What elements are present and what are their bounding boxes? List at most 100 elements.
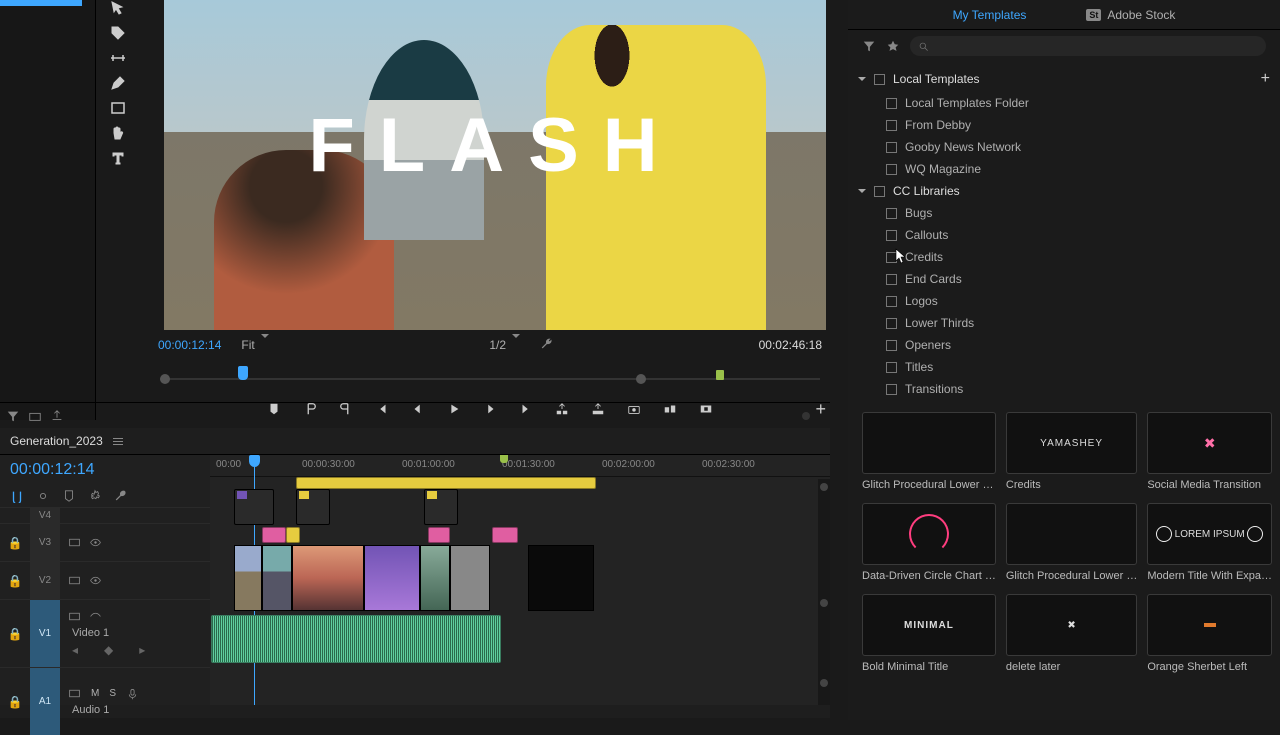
checkbox[interactable] <box>886 230 897 241</box>
out-point-marker-icon[interactable] <box>716 370 724 380</box>
tree-item[interactable]: From Debby <box>858 114 1270 136</box>
program-monitor-viewport[interactable]: FLASH <box>164 0 826 330</box>
tree-item[interactable]: Titles <box>858 356 1270 378</box>
checkbox[interactable] <box>886 208 897 219</box>
toggle-output-icon[interactable] <box>68 536 81 549</box>
pen-tool-icon[interactable] <box>104 75 132 91</box>
checkbox[interactable] <box>886 142 897 153</box>
track-v3[interactable]: V3 <box>30 524 60 561</box>
clip[interactable] <box>262 545 292 611</box>
snap-icon[interactable] <box>10 489 24 503</box>
clip[interactable] <box>528 545 594 611</box>
template-card[interactable]: Orange Sherbet Left <box>1147 594 1272 673</box>
current-timecode[interactable]: 00:00:12:14 <box>158 338 221 352</box>
filter-icon[interactable] <box>6 409 20 423</box>
template-card[interactable]: ✖ Social Media Transition <box>1147 412 1272 491</box>
checkbox[interactable] <box>874 74 885 85</box>
toggle-output-icon[interactable] <box>68 687 81 700</box>
rectangle-tool-icon[interactable] <box>104 100 132 116</box>
search-input[interactable] <box>910 36 1266 56</box>
checkbox[interactable] <box>886 164 897 175</box>
wrench-icon[interactable] <box>540 337 554 354</box>
tree-item[interactable]: Transitions <box>858 378 1270 400</box>
timeline-timecode[interactable]: 00:00:12:14 <box>0 455 210 485</box>
audio-clip[interactable] <box>211 615 501 663</box>
clip[interactable] <box>492 527 518 543</box>
checkbox[interactable] <box>886 362 897 373</box>
favorite-icon[interactable] <box>886 39 900 53</box>
toggle-output-icon[interactable] <box>68 610 81 623</box>
tree-item[interactable]: Credits <box>858 246 1270 268</box>
disclosure-triangle-icon[interactable] <box>858 189 866 197</box>
eye-icon[interactable] <box>89 610 102 623</box>
voiceover-icon[interactable] <box>126 687 139 700</box>
clip[interactable] <box>450 545 490 611</box>
export-icon[interactable] <box>50 409 64 423</box>
disclosure-triangle-icon[interactable] <box>858 77 866 85</box>
toggle-output-icon[interactable] <box>68 574 81 587</box>
linked-selection-icon[interactable] <box>36 489 50 503</box>
lock-icon[interactable]: 🔒 <box>0 695 30 709</box>
tab-adobe-stock[interactable]: St Adobe Stock <box>1086 8 1175 22</box>
checkbox[interactable] <box>886 120 897 131</box>
clip[interactable] <box>420 545 450 611</box>
sequence-marker-icon[interactable] <box>500 455 508 463</box>
tab-my-templates[interactable]: My Templates <box>953 8 1027 22</box>
tree-group-cc-libraries[interactable]: CC Libraries <box>858 180 1270 202</box>
playhead-icon[interactable] <box>238 366 248 380</box>
tree-item[interactable]: Gooby News Network <box>858 136 1270 158</box>
add-folder-icon[interactable]: + <box>1261 70 1270 88</box>
track-a1[interactable]: A1 <box>30 668 60 735</box>
solo-button[interactable]: S <box>109 688 116 699</box>
sequence-menu-icon[interactable] <box>113 438 123 445</box>
tree-item[interactable]: Callouts <box>858 224 1270 246</box>
template-card[interactable]: Glitch Procedural Lower … <box>1006 503 1137 582</box>
checkbox[interactable] <box>886 340 897 351</box>
resolution-dropdown[interactable]: 1/2 <box>481 336 528 354</box>
timeline-scrollbar[interactable] <box>818 479 830 705</box>
template-card[interactable]: Data-Driven Circle Chart … <box>862 503 996 582</box>
template-card[interactable]: MINIMAL Bold Minimal Title <box>862 594 996 673</box>
sequence-tab[interactable]: Generation_2023 <box>0 428 830 455</box>
span-tool-icon[interactable] <box>104 50 132 66</box>
template-card[interactable]: YAMASHEY Credits <box>1006 412 1137 491</box>
source-panel-active-tab[interactable] <box>0 0 82 6</box>
clip[interactable] <box>234 489 274 525</box>
template-card[interactable]: Glitch Procedural Lower … <box>862 412 996 491</box>
add-keyframe-icon[interactable]: ◆ <box>104 643 113 657</box>
clip[interactable] <box>234 545 262 611</box>
clip[interactable] <box>296 477 596 489</box>
lock-icon[interactable]: 🔒 <box>0 536 30 550</box>
type-tool-icon[interactable] <box>104 150 132 166</box>
marker-tool-icon[interactable] <box>62 489 76 503</box>
track-v4[interactable]: V4 <box>30 508 60 523</box>
prev-keyframe-icon[interactable]: ◂ <box>72 643 78 657</box>
lock-icon[interactable]: 🔒 <box>0 627 30 641</box>
checkbox[interactable] <box>874 186 885 197</box>
template-card[interactable]: ✖ delete later <box>1006 594 1137 673</box>
tree-item[interactable]: Bugs <box>858 202 1270 224</box>
tree-item[interactable]: Local Templates Folder <box>858 92 1270 114</box>
track-v1[interactable]: V1 <box>30 600 60 667</box>
template-card[interactable]: LOREM IPSUM Modern Title With Expa… <box>1147 503 1272 582</box>
clip[interactable] <box>424 489 458 525</box>
program-scrub-bar[interactable] <box>160 366 820 386</box>
panel-resize-dot[interactable] <box>802 412 810 420</box>
checkbox[interactable] <box>886 98 897 109</box>
mute-button[interactable]: M <box>91 688 99 699</box>
checkbox[interactable] <box>886 274 897 285</box>
checkbox[interactable] <box>886 384 897 395</box>
eye-icon[interactable] <box>89 574 102 587</box>
tree-group-local-templates[interactable]: Local Templates + <box>858 66 1270 92</box>
tree-item[interactable]: Openers <box>858 334 1270 356</box>
track-v2[interactable]: V2 <box>30 562 60 599</box>
clip[interactable] <box>262 527 286 543</box>
time-ruler[interactable]: 00:00 00:00:30:00 00:01:00:00 00:01:30:0… <box>210 455 830 477</box>
eye-icon[interactable] <box>89 536 102 549</box>
arrow-tool-icon[interactable] <box>104 0 132 16</box>
tag-tool-icon[interactable] <box>104 25 132 41</box>
clip[interactable] <box>296 489 330 525</box>
hand-tool-icon[interactable] <box>104 125 132 141</box>
filter-icon[interactable] <box>862 39 876 53</box>
settings-icon[interactable] <box>88 489 102 503</box>
